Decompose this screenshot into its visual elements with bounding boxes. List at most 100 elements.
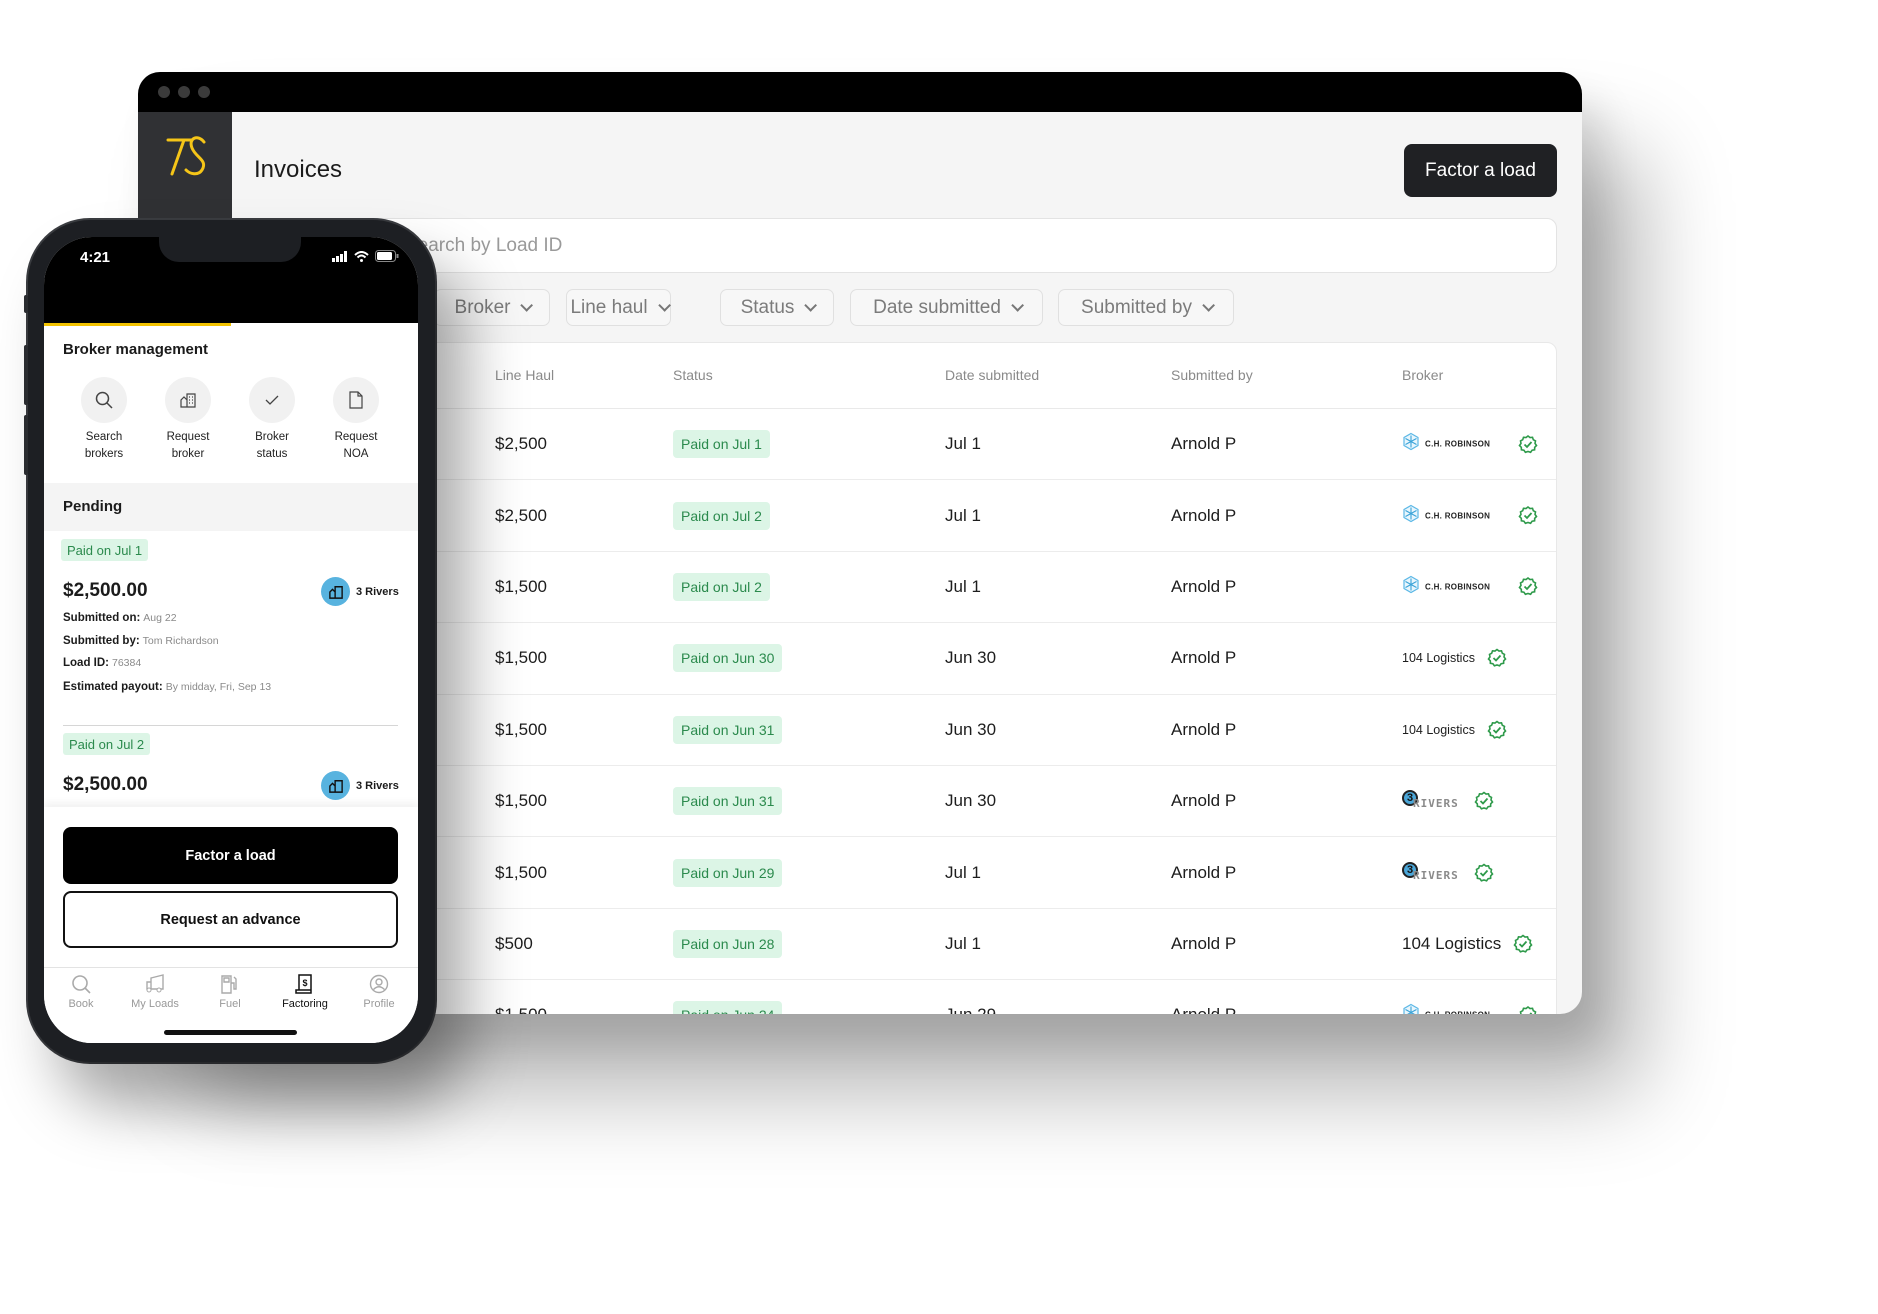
column-header-status[interactable]: Status: [673, 367, 713, 383]
app-logo[interactable]: [154, 128, 216, 180]
broker-chip[interactable]: 3 Rivers: [321, 577, 399, 606]
status-time: 4:21: [80, 249, 111, 266]
broker-name: 104 Logistics: [1402, 933, 1502, 953]
request-broker-action[interactable]: Request broker: [146, 377, 230, 463]
phone-screen: 4:21 Broker management Search brokers Req…: [44, 237, 418, 1043]
tab-label: Factoring: [282, 998, 328, 1010]
table-row[interactable]: $1,500 Paid on Jun 30 Jun 30 Arnold P 104 Lo…: [255, 623, 1556, 695]
search-input[interactable]: Search by Load ID: [254, 218, 1557, 273]
date-submitted-cell: Jun 30: [945, 791, 997, 811]
verified-badge-icon: [1518, 506, 1538, 526]
table-row[interactable]: $1,500 Paid on Jul 2 Jul 1 Arnold P C.H. ROB…: [255, 552, 1556, 624]
table-row[interactable]: $1,500 Paid on Jun 29 Jul 1 Arnold P 3 RIVERS: [255, 837, 1556, 909]
submitted-by-cell: Arnold P: [1171, 505, 1237, 525]
filter-line-haul[interactable]: Line haul: [566, 289, 671, 326]
column-header-broker[interactable]: Broker: [1402, 367, 1443, 383]
filter-status[interactable]: Status: [720, 289, 834, 326]
tab-label: Profile: [363, 998, 395, 1010]
broker-logo-ch-robinson: C.H. ROBINSON: [1402, 504, 1490, 527]
label: Submitted by:: [63, 635, 140, 647]
window-close-dot[interactable]: [158, 86, 170, 98]
broker-cell: C.H. ROBINSON: [1402, 575, 1538, 598]
invoices-table: Line Haul Status Date submitted Submitte…: [254, 342, 1557, 1014]
action-label: status: [256, 448, 288, 460]
action-label: broker: [171, 448, 205, 460]
submitted-by-cell: Arnold P: [1171, 719, 1237, 739]
table-row[interactable]: $2,500 Paid on Jul 1 Jul 1 Arnold P C.H. ROB…: [255, 409, 1556, 481]
broker-name: 104 Logistics: [1402, 722, 1475, 737]
tab-my-loads[interactable]: My Loads: [118, 974, 192, 1010]
line-haul-cell: $1,500: [495, 1005, 547, 1014]
document-icon: [349, 391, 363, 409]
signal-icon: [332, 251, 347, 262]
date-submitted-cell: Jul 1: [945, 434, 981, 454]
phone-volume-up: [24, 345, 28, 405]
table-row[interactable]: $1,500 Paid on Jun 31 Jun 30 Arnold P 3 RIVER…: [255, 766, 1556, 838]
window-zoom-dot[interactable]: [198, 86, 210, 98]
broker-chip[interactable]: 3 Rivers: [321, 771, 399, 800]
status-badge: Paid on Jun 31: [673, 787, 783, 816]
broker-cell: 104 Logistics: [1402, 648, 1507, 668]
load-id: Load ID: 76384: [63, 657, 141, 669]
table-row[interactable]: $500 Paid on Jun 28 Jul 1 Arnold P 104 Logis…: [255, 909, 1556, 981]
verified-badge-icon: [1487, 648, 1507, 668]
action-label: Request: [334, 431, 378, 443]
status-badge: Paid on Jun 24: [673, 1001, 783, 1014]
tab-fuel[interactable]: Fuel: [193, 974, 267, 1010]
column-header-submitted-by[interactable]: Submitted by: [1171, 367, 1253, 383]
wifi-icon: [354, 251, 369, 262]
search-brokers-action[interactable]: Search brokers: [62, 377, 146, 463]
column-header-line-haul[interactable]: Line Haul: [495, 367, 554, 383]
verified-badge-icon: [1518, 577, 1538, 597]
table-row[interactable]: $2,500 Paid on Jul 2 Jul 1 Arnold P C.H. ROB…: [255, 480, 1556, 552]
truck-icon: [146, 974, 164, 993]
broker-cell: C.H. ROBINSON: [1402, 1004, 1538, 1014]
value: 76384: [112, 657, 142, 669]
page-title: Invoices: [254, 156, 343, 183]
broker-cell: C.H. ROBINSON: [1402, 504, 1538, 527]
date-submitted-cell: Jul 1: [945, 862, 981, 882]
factor-a-load-button[interactable]: Factor a load: [1404, 144, 1557, 197]
broker-name: 3 Rivers: [356, 779, 399, 792]
building-icon: [180, 393, 196, 408]
submitted-by-cell: Arnold P: [1171, 1005, 1236, 1014]
window-minimize-dot[interactable]: [178, 86, 190, 98]
filter-broker[interactable]: Broker: [434, 289, 550, 326]
label: Load ID:: [63, 657, 109, 669]
status-bar: 4:21: [44, 237, 418, 323]
tab-book[interactable]: Book: [44, 974, 118, 1010]
filter-date-submitted[interactable]: Date submitted: [850, 289, 1043, 326]
tab-factoring[interactable]: $ Factoring: [268, 974, 342, 1010]
line-haul-cell: $2,500: [495, 434, 547, 454]
broker-cell: 104 Logistics: [1402, 720, 1507, 740]
chevron-down-icon: [804, 299, 818, 312]
request-noa-action[interactable]: Request NOA: [314, 377, 398, 463]
broker-management-title: Broker management: [63, 341, 209, 358]
broker-name: RIVERS: [1413, 868, 1459, 882]
progress-indicator: [44, 323, 231, 326]
filter-submitted-by[interactable]: Submitted by: [1058, 289, 1234, 326]
column-header-date-submitted[interactable]: Date submitted: [945, 367, 1039, 383]
submitted-on: Submitted on: Aug 22: [63, 612, 177, 624]
submitted-by-cell: Arnold P: [1171, 791, 1237, 811]
broker-status-action[interactable]: Broker status: [230, 377, 314, 463]
line-haul-cell: $1,500: [495, 862, 547, 882]
value: By midday, Fri, Sep 13: [165, 681, 272, 693]
home-indicator[interactable]: [164, 1030, 297, 1035]
label: Estimated payout:: [63, 681, 163, 693]
factor-a-load-button[interactable]: Factor a load: [63, 827, 398, 884]
table-row[interactable]: $1,500 Paid on Jun 24 Jun 29 Arnold P C.H. R…: [255, 980, 1556, 1014]
chevron-down-icon: [1011, 299, 1024, 312]
tab-profile[interactable]: Profile: [342, 974, 416, 1010]
ch-robinson-logo-icon: [1402, 504, 1420, 527]
card-divider: [63, 725, 398, 726]
broker-logo-ch-robinson: C.H. ROBINSON: [1402, 1004, 1490, 1014]
request-advance-button[interactable]: Request an advance: [63, 891, 398, 948]
tab-label: Book: [68, 998, 94, 1010]
pending-title: Pending: [63, 498, 123, 515]
line-haul-cell: $1,500: [495, 791, 547, 811]
broker-name: C.H. ROBINSON: [1425, 439, 1491, 449]
table-row[interactable]: $1,500 Paid on Jun 31 Jun 30 Arnold P 104 Lo…: [255, 695, 1556, 766]
chevron-down-icon: [520, 299, 534, 312]
line-haul-cell: $1,500: [495, 648, 547, 668]
